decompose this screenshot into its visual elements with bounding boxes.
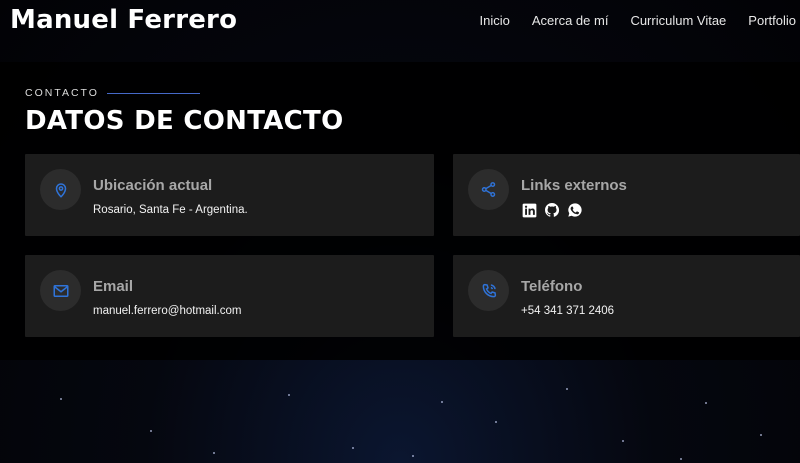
- whatsapp-icon[interactable]: [567, 202, 583, 218]
- section-title: DATOS DE CONTACTO: [25, 106, 344, 136]
- nav-curriculum[interactable]: Curriculum Vitae: [630, 13, 726, 28]
- site-header: Manuel Ferrero Inicio Acerca de mí Curri…: [0, 0, 800, 40]
- card-title: Links externos: [521, 177, 627, 194]
- social-links: [521, 202, 583, 218]
- card-title: Email: [93, 278, 134, 295]
- section-eyebrow: CONTACTO: [25, 87, 200, 99]
- card-email: Email manuel.ferrero@hotmail.com: [25, 255, 434, 337]
- share-icon: [468, 169, 509, 210]
- location-pin-icon: [40, 169, 81, 210]
- card-phone: Teléfono +54 341 371 2406: [453, 255, 800, 337]
- site-brand[interactable]: Manuel Ferrero: [10, 5, 237, 35]
- contact-section: CONTACTO DATOS DE CONTACTO Ubicación act…: [0, 62, 800, 360]
- nav-inicio[interactable]: Inicio: [479, 13, 509, 28]
- nav-acerca[interactable]: Acerca de mí: [532, 13, 609, 28]
- main-nav: Inicio Acerca de mí Curriculum Vitae Por…: [479, 13, 796, 28]
- nav-portfolio[interactable]: Portfolio: [748, 13, 796, 28]
- eyebrow-line: [106, 92, 200, 94]
- card-title: Teléfono: [521, 278, 583, 295]
- linkedin-icon[interactable]: [521, 202, 537, 218]
- location-value: Rosario, Santa Fe - Argentina.: [93, 204, 248, 216]
- card-links: Links externos: [453, 154, 800, 236]
- email-value[interactable]: manuel.ferrero@hotmail.com: [93, 305, 241, 317]
- phone-icon: [468, 270, 509, 311]
- card-location: Ubicación actual Rosario, Santa Fe - Arg…: [25, 154, 434, 236]
- github-icon[interactable]: [544, 202, 560, 218]
- mail-icon: [40, 270, 81, 311]
- phone-value[interactable]: +54 341 371 2406: [521, 305, 614, 317]
- card-title: Ubicación actual: [93, 177, 213, 194]
- eyebrow-text: CONTACTO: [25, 87, 99, 99]
